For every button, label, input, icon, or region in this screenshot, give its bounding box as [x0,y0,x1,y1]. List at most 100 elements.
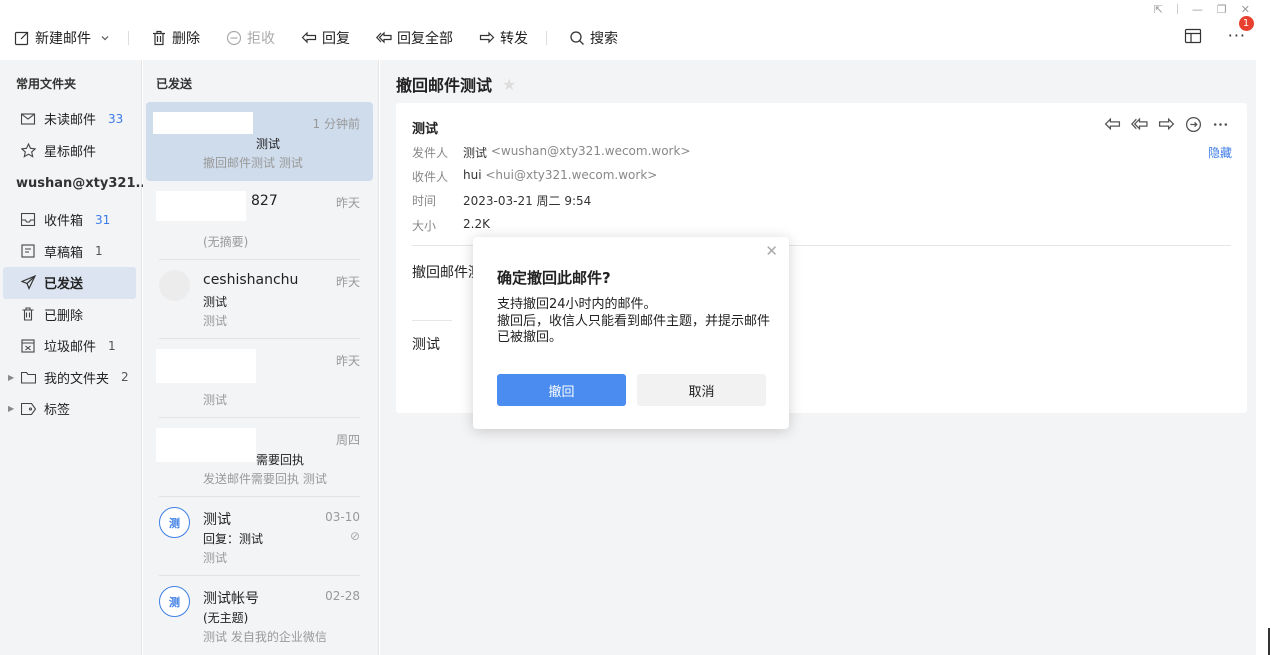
sidebar-item-label: 已发送 [44,277,84,293]
list-item[interactable]: 周四 需要回执 发送邮件需要回执 测试 [146,418,373,497]
more-icon[interactable] [1212,116,1229,133]
chevron-down-icon[interactable] [100,33,110,43]
star-icon[interactable]: ★ [502,75,516,94]
reply-icon[interactable] [1104,116,1121,133]
reply-all-button[interactable]: 回复全部 [376,28,453,48]
sidebar-item-inbox[interactable]: 收件箱 31 [3,204,136,236]
sidebar-item-drafts[interactable]: 草稿箱 1 [3,236,136,268]
sidebar-item-deleted[interactable]: 已删除 [3,299,136,331]
time-value: 2023-03-21 周二 9:54 [463,194,592,208]
toolbar: 新建邮件 删除 拒收 回复 回复全部 转发 搜索 ··· 1 [0,16,1256,58]
mail-time: 昨天 [335,354,360,368]
tag-icon [20,401,36,417]
pin-icon[interactable]: ⇱ [1154,3,1163,16]
attachment-icon: ⊘ [349,529,360,543]
cancel-button[interactable]: 取消 [637,374,766,406]
expand-arrow-icon[interactable]: ▶ [8,404,14,413]
forward-button[interactable]: 转发 [479,28,528,48]
list-item[interactable]: 昨天 测试 [146,339,373,418]
mail-subject: 测试 [203,295,228,309]
trash-icon [20,306,36,322]
sidebar-item-label: 未读邮件 [44,113,97,129]
mail-title: 撤回邮件测试 ★ [396,72,516,96]
to-row: 收件人 hui <hui@xty321.wecom.work> [412,168,657,185]
toolbar-right: ··· 1 [1184,16,1254,45]
avatar [159,270,190,301]
search-icon [570,31,584,45]
delete-button[interactable]: 删除 [151,28,200,48]
sidebar-item-label: 已删除 [44,308,84,324]
reply-all-icon[interactable] [1131,116,1148,133]
mail-time: 1 分钟前 [312,117,360,131]
mail-list-title: 已发送 [156,77,193,91]
mail-time: 03-10 [325,510,360,524]
size-label: 大小 [412,219,437,233]
reply-button[interactable]: 回复 [301,28,350,48]
sidebar-item-label: 垃圾邮件 [44,340,97,356]
body-divider [412,320,452,321]
reject-button[interactable]: 拒收 [226,28,275,48]
recall-dialog: ✕ 确定撤回此邮件? 支持撤回24小时内的邮件。 撤回后，收信人只能看到邮件主题… [473,237,789,429]
from-name[interactable]: 测试 [463,144,487,161]
sidebar-item-spam[interactable]: 垃圾邮件 1 [3,330,136,362]
sidebar-item-tags[interactable]: ▶ 标签 [3,393,136,425]
forward-icon[interactable] [1158,116,1175,133]
reply-all-icon [376,31,392,44]
mail-time: 昨天 [335,196,360,210]
mail-from: 测试帐号 [203,591,259,607]
close-icon[interactable]: ✕ [765,242,778,260]
account-heading[interactable]: wushan@xty321.... [0,166,155,204]
expand-arrow-icon[interactable]: ▶ [8,373,14,382]
avatar: 测 [159,507,190,538]
drafts-count: 1 [95,244,103,259]
list-item[interactable]: 测 测试帐号 02-28 (无主题) 测试 发自我的企业微信 [146,576,373,655]
sidebar-item-sent[interactable]: 已发送 [3,267,136,299]
restore-icon[interactable]: ❐ [1217,3,1227,16]
new-mail-button[interactable]: 新建邮件 [14,28,110,48]
mail-summary: 测试 发自我的企业微信 [203,630,327,644]
redacted-block [156,349,256,383]
list-item[interactable]: 测 测试 03-10 回复：测试 ⊘ 测试 [146,497,373,576]
sidebar-item-my-folders[interactable]: ▶ 我的文件夹 2 [3,362,136,394]
minimize-icon[interactable]: — [1192,3,1203,16]
hide-details-link[interactable]: 隐藏 [1208,144,1232,161]
compose-icon [14,31,29,46]
dialog-title: 确定撤回此邮件? [497,269,611,287]
mail-time: 周四 [335,433,360,447]
my-folders-count: 2 [121,370,129,385]
to-name[interactable]: hui [463,168,482,185]
sidebar-item-unread[interactable]: 未读邮件 33 [3,103,136,135]
sidebar-item-label: 草稿箱 [44,245,84,261]
mail-from: ceshishanchu [203,272,299,288]
chat-icon[interactable] [1185,116,1202,133]
recall-button[interactable]: 撤回 [497,374,626,406]
redacted-block [156,191,246,221]
star-icon [20,142,36,158]
list-item[interactable]: 827 昨天 (无摘要) [146,181,373,260]
mail-subject: (无主题) [203,611,249,625]
sidebar-item-starred[interactable]: 星标邮件 [3,135,136,167]
reject-label: 拒收 [247,31,275,47]
sidebar-item-label: 收件箱 [44,214,84,230]
layout-icon[interactable] [1184,27,1202,45]
mail-summary: 测试 [203,393,228,407]
list-item[interactable]: 1 分钟前 测试 撤回邮件测试 测试 [146,102,373,181]
unread-mail-icon [20,111,36,127]
from-row: 发件人 测试 <wushan@xty321.wecom.work> [412,144,691,161]
time-row: 时间 2023-03-21 周二 9:54 [412,192,591,209]
list-item[interactable]: ceshishanchu 昨天 测试 测试 [146,260,373,339]
window-controls-divider [1176,4,1178,14]
mail-time: 昨天 [335,275,360,289]
mail-from: 测试 [203,512,231,528]
mail-summary: 测试 [203,314,228,328]
reject-icon [226,30,242,46]
spam-icon [20,338,36,354]
forward-icon [479,31,495,44]
close-window-icon[interactable]: ✕ [1241,3,1250,16]
more-menu-button[interactable]: ··· 1 [1228,16,1254,45]
trash-icon [153,30,165,46]
sender-name: 测试 [412,122,439,137]
search-button[interactable]: 搜索 [569,28,618,48]
folder-icon [20,369,36,385]
search-label: 搜索 [590,31,618,47]
